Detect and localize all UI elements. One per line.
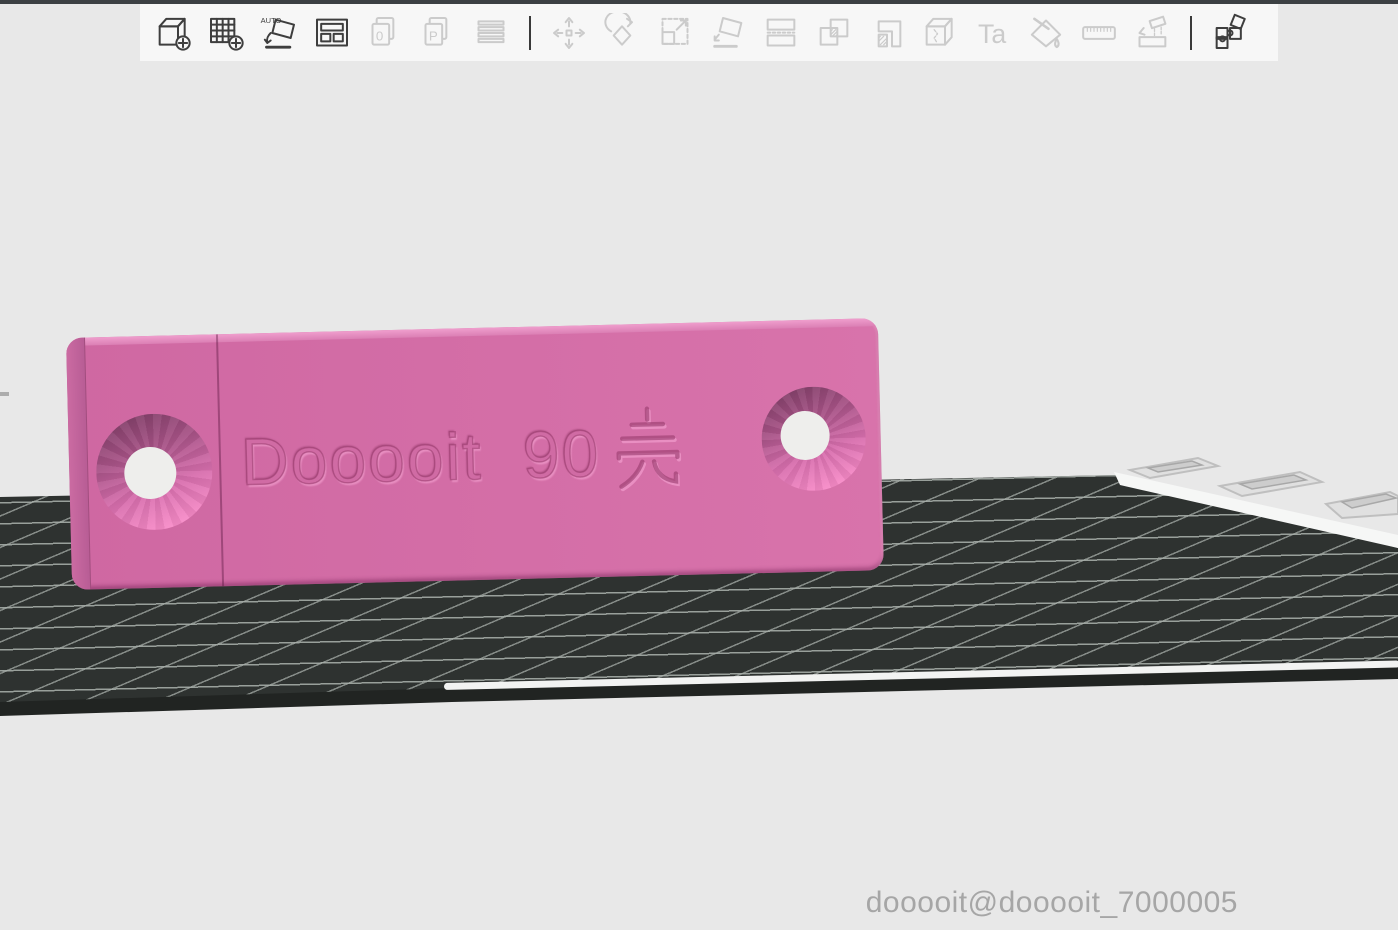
toolbar-separator bbox=[529, 15, 531, 50]
lower-to-bed-button[interactable] bbox=[1129, 8, 1175, 58]
add-plate-icon bbox=[210, 17, 244, 51]
assembly-plugin-button[interactable] bbox=[1207, 8, 1253, 58]
seam-painting-button[interactable] bbox=[917, 8, 963, 58]
lower-to-bed-icon bbox=[1138, 15, 1167, 47]
countersunk-hole-left bbox=[94, 412, 214, 532]
arrange-button[interactable] bbox=[309, 8, 355, 58]
import-object-zero-button[interactable]: 0 bbox=[362, 8, 408, 58]
measure-icon bbox=[1082, 25, 1116, 40]
model-front-face[interactable]: Dooooit 90 bbox=[66, 318, 884, 590]
place-on-face-button[interactable] bbox=[705, 8, 751, 58]
toolbar-separator bbox=[1190, 15, 1192, 50]
import-object-p-button[interactable]: P bbox=[415, 8, 461, 58]
mesh-boolean-button[interactable] bbox=[811, 8, 857, 58]
svg-text:0: 0 bbox=[376, 28, 383, 43]
user-watermark: dooooit@dooooit_7000005 bbox=[865, 886, 1238, 919]
puzzle-icon bbox=[1215, 13, 1246, 49]
build-plate-corner-markings bbox=[1114, 456, 1398, 548]
main-toolbar: AUTO 0 P Ta bbox=[140, 4, 1278, 61]
seam-painting-icon bbox=[925, 17, 953, 46]
auto-orient-icon: AUTO bbox=[261, 16, 295, 49]
scale-button[interactable] bbox=[652, 8, 698, 58]
svg-text:Ta: Ta bbox=[978, 19, 1006, 49]
color-painting-icon bbox=[1030, 17, 1062, 48]
mesh-boolean-icon bbox=[819, 18, 849, 46]
model-top-face bbox=[66, 318, 878, 346]
through-hole-left bbox=[123, 446, 177, 500]
scale-icon bbox=[661, 17, 689, 45]
rotate-button[interactable] bbox=[599, 8, 645, 58]
arrange-icon bbox=[316, 18, 348, 46]
add-model-icon bbox=[158, 17, 191, 51]
document-p-icon: P bbox=[424, 16, 448, 46]
viewport-edge-tick bbox=[0, 392, 9, 396]
through-hole-right bbox=[780, 410, 831, 461]
layer-stack-icon bbox=[477, 19, 505, 43]
auto-orient-button[interactable]: AUTO bbox=[256, 8, 302, 58]
rotate-icon bbox=[604, 12, 633, 46]
support-painting-icon bbox=[877, 19, 902, 47]
cut-button[interactable] bbox=[758, 8, 804, 58]
text-tool-icon: Ta bbox=[978, 19, 1006, 49]
text-tool-button[interactable]: Ta bbox=[970, 8, 1016, 58]
support-painting-button[interactable] bbox=[864, 8, 910, 58]
model-nameplate[interactable]: Dooooit 90 bbox=[66, 318, 884, 590]
model-engraving: Dooooit 90 bbox=[239, 406, 687, 506]
place-on-face-icon bbox=[713, 16, 743, 48]
document-zero-icon: 0 bbox=[371, 16, 395, 46]
add-model-button[interactable] bbox=[150, 8, 196, 58]
variable-layer-height-button[interactable] bbox=[468, 8, 514, 58]
move-button[interactable] bbox=[546, 8, 592, 58]
cut-icon bbox=[766, 18, 796, 46]
color-painting-button[interactable] bbox=[1023, 8, 1069, 58]
slicer-3d-viewport[interactable]: Dooooit 90 AUTO 0 P Ta dooooit@dooooit_7… bbox=[0, 0, 1398, 930]
engraving-latin-text: Dooooit 90 bbox=[239, 415, 602, 499]
svg-text:P: P bbox=[429, 28, 438, 43]
measure-button[interactable] bbox=[1076, 8, 1122, 58]
engraving-cjk-glyph bbox=[616, 406, 682, 492]
countersunk-hole-right bbox=[760, 385, 867, 493]
model-part-seam bbox=[215, 334, 225, 587]
move-icon bbox=[553, 16, 585, 49]
add-plate-button[interactable] bbox=[203, 8, 249, 58]
